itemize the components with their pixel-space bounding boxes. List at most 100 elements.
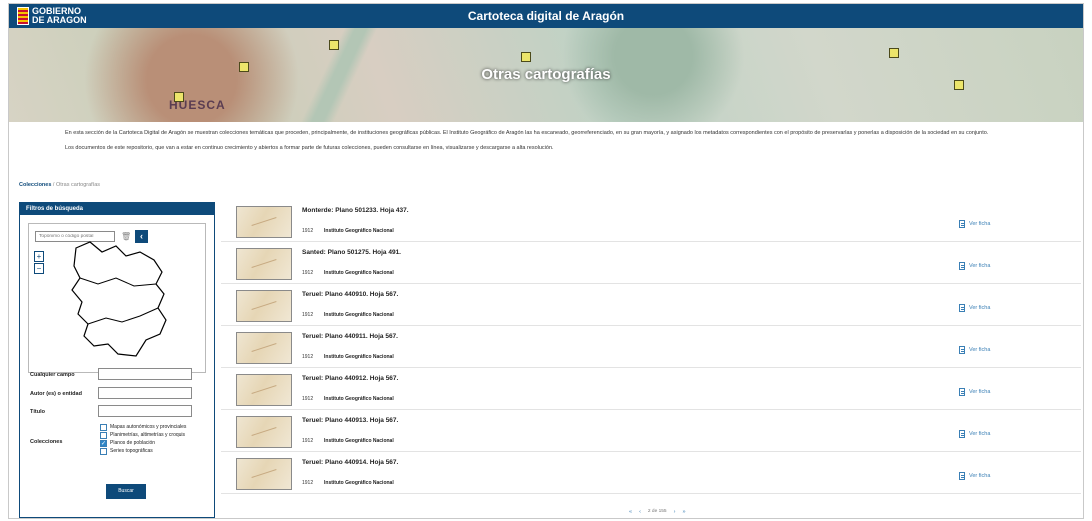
collections-label: Colecciones [30, 439, 63, 445]
page-frame: GOBIERNO DE ARAGON Cartoteca digital de … [8, 3, 1084, 519]
any-field-input[interactable] [98, 368, 192, 380]
result-year: 1912 [302, 270, 314, 276]
result-row[interactable]: Teruel: Plano 440913. Hoja 567. 1912 Ins… [221, 412, 1081, 452]
collection-option-label: Planimetrías, altimetrías y croquis [110, 432, 186, 438]
result-title[interactable]: Teruel: Plano 440914. Hoja 567. [302, 459, 398, 466]
result-row[interactable]: Teruel: Plano 440910. Hoja 567. 1912 Ins… [221, 286, 1081, 326]
aragon-outline [71, 241, 167, 357]
any-field-label: Cualquier campo [30, 372, 75, 378]
hero-banner: HUESCA Otras cartografías [9, 28, 1083, 122]
breadcrumb-colecciones[interactable]: Colecciones [19, 182, 51, 188]
app-title: Cartoteca digital de Aragón [467, 9, 625, 23]
map-pin-icon [889, 48, 899, 58]
filters-title: Filtros de búsqueda [20, 203, 214, 215]
filter-map[interactable]: 🗑 ‹ + − [28, 223, 206, 373]
result-row[interactable]: Santed: Plano 501275. Hoja 491. 1912 Ins… [221, 244, 1081, 284]
pager-prev-icon[interactable]: ‹ [639, 509, 641, 515]
view-record-label: Ver ficha [969, 221, 991, 227]
pager-last-icon[interactable]: » [682, 509, 685, 515]
map-pin-icon [521, 52, 531, 62]
view-record-link[interactable]: Ver ficha [959, 430, 990, 438]
result-year: 1912 [302, 480, 314, 486]
intro-paragraph-2: Los documentos de este repositorio, que … [65, 145, 554, 151]
collection-option[interactable]: Mapas autonómicos y provinciales [100, 423, 186, 431]
collection-checkbox[interactable] [100, 431, 107, 439]
result-author: Instituto Geográfico Nacional [324, 270, 394, 276]
view-record-label: Ver ficha [969, 263, 991, 269]
view-record-label: Ver ficha [969, 305, 991, 311]
result-title[interactable]: Monterde: Plano 501233. Hoja 437. [302, 207, 409, 214]
breadcrumb-current: Otras cartografías [56, 182, 101, 188]
view-record-label: Ver ficha [969, 431, 991, 437]
result-year: 1912 [302, 354, 314, 360]
collection-option[interactable]: Planimetrías, altimetrías y croquis [100, 431, 186, 439]
result-title[interactable]: Teruel: Plano 440912. Hoja 567. [302, 375, 398, 382]
result-thumbnail[interactable] [236, 458, 292, 490]
result-author: Instituto Geográfico Nacional [324, 228, 394, 234]
breadcrumb: Colecciones / Otras cartografías [19, 182, 100, 188]
result-title[interactable]: Teruel: Plano 440911. Hoja 567. [302, 333, 398, 340]
result-thumbnail[interactable] [236, 374, 292, 406]
result-year: 1912 [302, 396, 314, 402]
result-year: 1912 [302, 312, 314, 318]
document-icon [959, 472, 965, 480]
map-pin-icon [329, 40, 339, 50]
collection-checkbox-checked[interactable]: ✓ [100, 439, 107, 447]
pager-first-icon[interactable]: « [629, 509, 632, 515]
title-input[interactable] [98, 405, 192, 417]
document-icon [959, 430, 965, 438]
collection-option[interactable]: ✓ Planos de población [100, 439, 186, 447]
result-thumbnail[interactable] [236, 416, 292, 448]
pager-info: 2 de 155 [647, 509, 667, 514]
pager-next-icon[interactable]: › [674, 509, 676, 515]
result-year: 1912 [302, 228, 314, 234]
collection-checkbox[interactable] [100, 423, 107, 431]
result-row[interactable]: Teruel: Plano 440912. Hoja 567. 1912 Ins… [221, 370, 1081, 410]
view-record-link[interactable]: Ver ficha [959, 220, 990, 228]
result-thumbnail[interactable] [236, 248, 292, 280]
result-author: Instituto Geográfico Nacional [324, 396, 394, 402]
view-record-link[interactable]: Ver ficha [959, 472, 990, 480]
collections-checklist: Mapas autonómicos y provinciales Planime… [100, 423, 186, 455]
result-thumbnail[interactable] [236, 332, 292, 364]
document-icon [959, 304, 965, 312]
author-label: Autor (es) o entidad [30, 391, 82, 397]
search-button[interactable]: Buscar [106, 484, 146, 499]
search-filters-panel: Filtros de búsqueda 🗑 ‹ + − Cualquier ca… [19, 202, 215, 518]
document-icon [959, 346, 965, 354]
intro-paragraph-1: En esta sección de la Cartoteca Digital … [65, 130, 989, 136]
result-thumbnail[interactable] [236, 290, 292, 322]
result-title[interactable]: Teruel: Plano 440913. Hoja 567. [302, 417, 398, 424]
result-author: Instituto Geográfico Nacional [324, 312, 394, 318]
hero-title: Otras cartografías [481, 66, 611, 83]
title-label: Título [30, 409, 45, 415]
zoom-out-button[interactable]: − [34, 263, 44, 274]
collection-option-label: Mapas autonómicos y provinciales [110, 424, 187, 430]
result-year: 1912 [302, 438, 314, 444]
result-author: Instituto Geográfico Nacional [324, 438, 394, 444]
result-row[interactable]: Monterde: Plano 501233. Hoja 437. 1912 I… [221, 202, 1081, 242]
view-record-link[interactable]: Ver ficha [959, 388, 990, 396]
view-record-link[interactable]: Ver ficha [959, 304, 990, 312]
collection-option[interactable]: Series topográficas [100, 447, 186, 455]
document-icon [959, 262, 965, 270]
result-title[interactable]: Santed: Plano 501275. Hoja 491. [302, 249, 401, 256]
view-record-label: Ver ficha [969, 473, 991, 479]
aragon-provinces-map[interactable] [64, 232, 174, 364]
intro-text: En esta sección de la Cartoteca Digital … [65, 129, 1075, 159]
result-thumbnail[interactable] [236, 206, 292, 238]
document-icon [959, 388, 965, 396]
document-icon [959, 220, 965, 228]
view-record-link[interactable]: Ver ficha [959, 346, 990, 354]
result-author: Instituto Geográfico Nacional [324, 480, 394, 486]
map-pin-icon [174, 92, 184, 102]
result-row[interactable]: Teruel: Plano 440911. Hoja 567. 1912 Ins… [221, 328, 1081, 368]
collection-checkbox[interactable] [100, 447, 107, 455]
result-title[interactable]: Teruel: Plano 440910. Hoja 567. [302, 291, 398, 298]
result-author: Instituto Geográfico Nacional [324, 354, 394, 360]
result-row[interactable]: Teruel: Plano 440914. Hoja 567. 1912 Ins… [221, 454, 1081, 494]
author-input[interactable] [98, 387, 192, 399]
zoom-in-button[interactable]: + [34, 251, 44, 262]
pagination: « ‹ 2 de 155 › » [629, 509, 686, 515]
view-record-link[interactable]: Ver ficha [959, 262, 990, 270]
